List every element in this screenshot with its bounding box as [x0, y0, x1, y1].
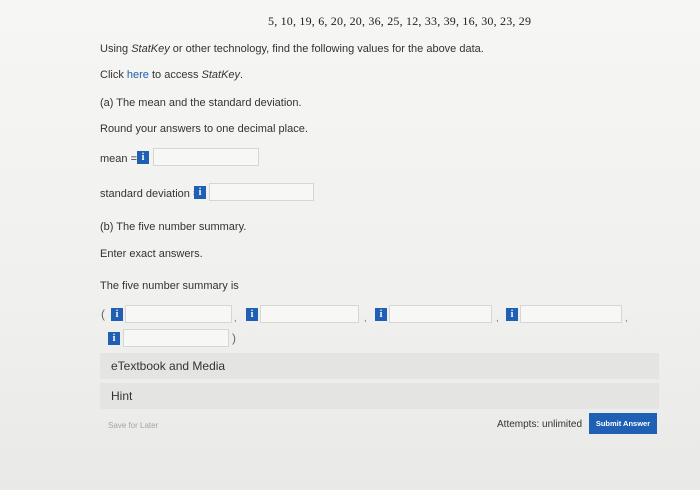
statkey-name: StatKey: [131, 43, 170, 55]
five-summary-input-4[interactable]: [520, 305, 622, 323]
dataset-values: 5, 10, 19, 6, 20, 20, 36, 25, 12, 33, 39…: [268, 14, 532, 28]
five-summary-input-3[interactable]: [389, 305, 492, 323]
mean-label: mean =: [100, 153, 137, 165]
assignment-page: 5, 10, 19, 6, 20, 20, 36, 25, 12, 33, 39…: [0, 0, 700, 490]
instructions-prefix: Using: [100, 43, 132, 55]
sd-input[interactable]: [209, 183, 314, 201]
save-for-later-button[interactable]: Save for Later: [108, 421, 158, 430]
hint-label: Hint: [111, 389, 133, 403]
sd-info-icon[interactable]: i: [194, 186, 206, 199]
mean-input[interactable]: [153, 148, 259, 166]
click-prefix: Click: [100, 69, 127, 81]
five-3-info-icon[interactable]: i: [375, 308, 387, 321]
comma-2: ,: [364, 313, 367, 324]
five-2-info-icon[interactable]: i: [246, 308, 258, 321]
comma-1: ,: [234, 313, 237, 324]
click-mid: to access: [148, 69, 202, 81]
close-paren: ): [232, 331, 236, 345]
mean-info-icon[interactable]: i: [137, 151, 149, 164]
open-paren: (: [101, 307, 105, 321]
rounding-note: Round your answers to one decimal place.: [100, 123, 308, 135]
comma-3: ,: [496, 313, 499, 324]
exact-note: Enter exact answers.: [100, 248, 203, 260]
hint-panel[interactable]: Hint: [100, 383, 659, 409]
sd-label: standard deviation =: [100, 188, 200, 200]
part-a-heading: (a) The mean and the standard deviation.: [100, 97, 302, 109]
five-summary-input-2[interactable]: [260, 305, 359, 323]
five-1-info-icon[interactable]: i: [111, 308, 123, 321]
etextbook-media-label: eTextbook and Media: [111, 359, 226, 373]
instructions-suffix: or other technology, find the following …: [169, 43, 484, 55]
statkey-name-2: StatKey: [201, 69, 241, 81]
five-5-info-icon[interactable]: i: [108, 332, 120, 345]
five-summary-input-5[interactable]: [123, 329, 229, 347]
attempts-status: Attempts: unlimited: [497, 419, 583, 430]
five-4-info-icon[interactable]: i: [506, 308, 518, 321]
five-summary-input-1[interactable]: [125, 305, 232, 323]
five-summary-label: The five number summary is: [100, 280, 239, 292]
comma-4: ,: [625, 313, 628, 324]
statkey-access-line: Click here to access StatKey.: [100, 69, 243, 81]
click-end: .: [240, 69, 244, 81]
submit-answer-button[interactable]: Submit Answer: [589, 413, 657, 434]
instructions: Using StatKey or other technology, find …: [100, 43, 484, 55]
etextbook-media-panel[interactable]: eTextbook and Media: [100, 353, 659, 379]
part-b-heading: (b) The five number summary.: [100, 221, 247, 233]
statkey-link[interactable]: here: [127, 69, 149, 81]
